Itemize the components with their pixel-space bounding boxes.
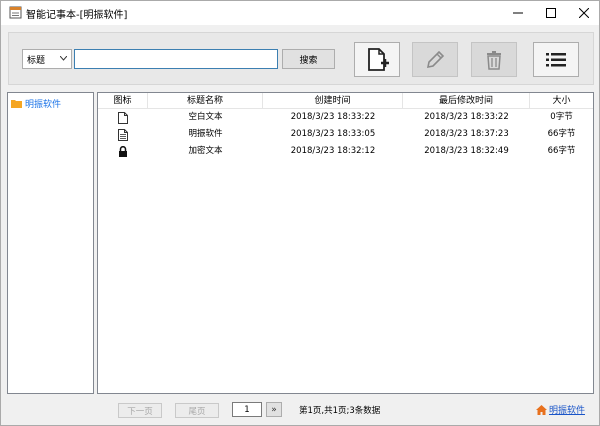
- last-page-button[interactable]: 尾页: [175, 403, 219, 418]
- notebook-app-icon: [9, 6, 22, 19]
- table-header: 图标 标题名称 创建时间 最后修改时间 大小: [98, 93, 593, 109]
- last-page-label: 尾页: [188, 406, 206, 417]
- column-header-title[interactable]: 标题名称: [148, 93, 263, 109]
- column-header-created[interactable]: 创建时间: [263, 93, 403, 109]
- window-title: 智能记事本-[明振软件]: [26, 10, 128, 21]
- row-size: 0字节: [550, 112, 573, 122]
- edit-icon: [426, 50, 445, 68]
- home-link-label: 明振软件: [548, 406, 585, 416]
- text-file-icon: [118, 128, 128, 141]
- folder-icon: [11, 100, 22, 108]
- row-title: 空白文本: [188, 112, 223, 122]
- category-tree: 明振软件: [7, 92, 94, 394]
- row-modified: 2018/3/23 18:32:49: [424, 146, 509, 156]
- row-title: 加密文本: [188, 146, 223, 156]
- minimize-button[interactable]: [501, 1, 535, 25]
- search-button[interactable]: 搜索: [282, 49, 335, 69]
- row-created: 2018/3/23 18:32:12: [290, 146, 376, 156]
- tree-item-label: 明振软件: [25, 100, 62, 110]
- row-size: 66字节: [547, 129, 576, 139]
- new-note-button[interactable]: [354, 42, 400, 77]
- list-view-button[interactable]: [533, 42, 579, 77]
- maximize-icon: [546, 8, 556, 18]
- row-modified: 2018/3/23 18:37:23: [424, 129, 509, 139]
- table-row[interactable]: 加密文本 2018/3/23 18:32:12 2018/3/23 18:32:…: [98, 143, 593, 160]
- table-row[interactable]: 空白文本 2018/3/23 18:33:22 2018/3/23 18:33:…: [98, 109, 593, 126]
- go-page-label: »: [271, 404, 277, 415]
- tree-item-category[interactable]: 明振软件: [11, 97, 61, 110]
- next-page-button[interactable]: 下一页: [118, 403, 162, 418]
- row-title: 明振软件: [188, 129, 223, 139]
- minimize-icon: [513, 12, 523, 14]
- page-number-input[interactable]: [232, 402, 262, 417]
- toolbar: 标题 搜索: [8, 32, 594, 85]
- chevron-down-icon: [60, 56, 67, 61]
- close-button[interactable]: [567, 1, 600, 25]
- row-created: 2018/3/23 18:33:22: [290, 112, 376, 122]
- column-header-modified[interactable]: 最后修改时间: [403, 93, 530, 109]
- title-bar: 智能记事本-[明振软件]: [1, 1, 599, 25]
- table-row[interactable]: 明振软件 2018/3/23 18:33:05 2018/3/23 18:37:…: [98, 126, 593, 143]
- maximize-button[interactable]: [534, 1, 568, 25]
- column-header-icon[interactable]: 图标: [98, 93, 148, 109]
- delete-note-button[interactable]: [471, 42, 517, 77]
- search-field-selected: 标题: [27, 55, 46, 66]
- new-note-icon: [368, 47, 389, 71]
- edit-note-button[interactable]: [412, 42, 458, 77]
- search-field-select[interactable]: 标题: [22, 49, 72, 69]
- blank-file-icon: [118, 111, 128, 124]
- search-input[interactable]: [74, 49, 278, 69]
- go-page-button[interactable]: »: [266, 402, 282, 417]
- home-icon: [535, 404, 547, 415]
- column-header-size[interactable]: 大小: [530, 93, 593, 109]
- app-window: 智能记事本-[明振软件] 标题 搜索 明振软件 图标 标题名称 创建时间 最后修…: [0, 0, 600, 426]
- row-modified: 2018/3/23 18:33:22: [424, 112, 509, 122]
- home-link[interactable]: 明振软件: [535, 403, 585, 416]
- notes-table: 图标 标题名称 创建时间 最后修改时间 大小 空白文本 2018/3/23 18…: [97, 92, 594, 394]
- page-info: 第1页,共1页;3条数据: [299, 406, 381, 416]
- close-icon: [579, 8, 589, 18]
- search-button-label: 搜索: [299, 55, 318, 66]
- delete-icon: [487, 50, 501, 70]
- next-page-label: 下一页: [127, 406, 153, 417]
- row-size: 66字节: [547, 146, 576, 156]
- lock-icon: [119, 146, 127, 157]
- row-created: 2018/3/23 18:33:05: [290, 129, 376, 139]
- list-icon: [546, 52, 566, 66]
